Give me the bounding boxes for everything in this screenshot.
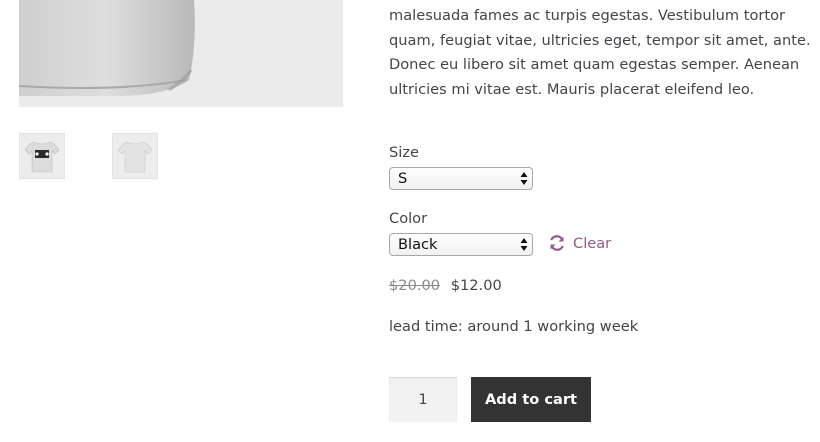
clear-selection-link[interactable]: Clear [548, 234, 611, 252]
add-to-cart-button[interactable]: Add to cart [471, 377, 591, 422]
color-select[interactable]: Black [389, 233, 533, 256]
size-select-value: S [398, 170, 408, 187]
refresh-icon [550, 235, 564, 251]
color-label: Color [389, 210, 428, 227]
thumbnail-black-print[interactable] [19, 133, 65, 179]
quantity-input[interactable] [389, 377, 457, 422]
size-label: Size [389, 144, 419, 161]
clear-label: Clear [573, 234, 612, 252]
color-select-value: Black [398, 236, 438, 253]
thumbnail-plain[interactable] [112, 133, 158, 179]
product-description: malesuada fames ac turpis egestas. Vesti… [389, 7, 811, 98]
price: $20.00 $12.00 [389, 277, 502, 294]
up-down-arrows-icon [520, 238, 528, 251]
size-select[interactable]: S [389, 167, 533, 190]
lead-time-text: lead time: around 1 working week [389, 318, 639, 335]
tshirt-thumbnail-icon [117, 141, 153, 173]
sale-price: $12.00 [450, 277, 502, 294]
product-main-image[interactable] [19, 0, 343, 107]
up-down-arrows-icon [520, 172, 528, 185]
tshirt-thumbnail-icon [24, 141, 60, 173]
regular-price: $20.00 [389, 277, 441, 294]
tshirt-image [19, 0, 195, 96]
